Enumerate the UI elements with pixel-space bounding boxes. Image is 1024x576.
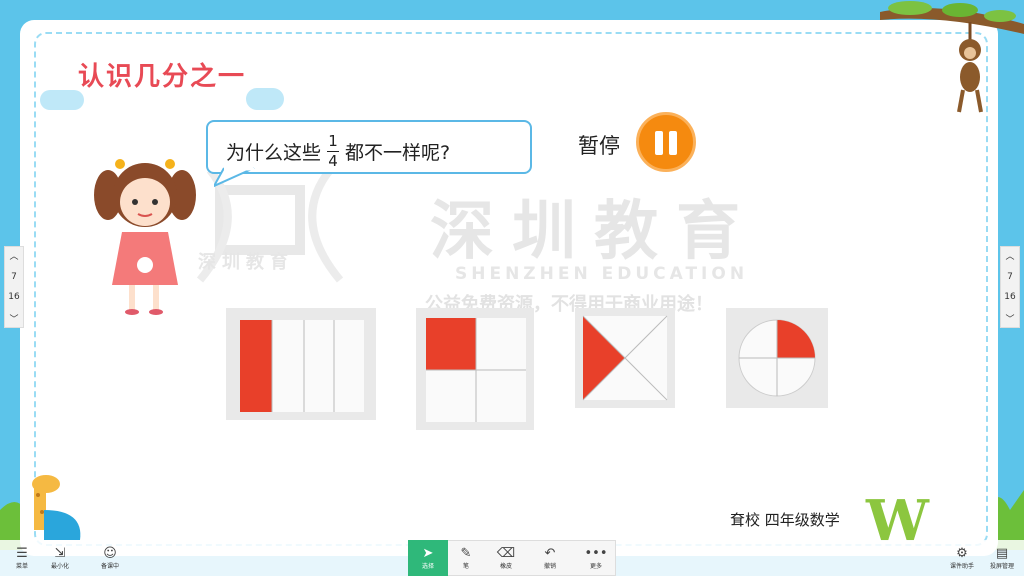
assistant-icon: ⚙: [956, 545, 968, 561]
watermark-title: 深圳教育: [430, 195, 758, 269]
undo-icon: ↶: [544, 545, 556, 561]
page-total: 16: [1004, 292, 1016, 302]
pause-icon-bar-right: [669, 131, 677, 155]
page-current: 7: [11, 272, 17, 282]
select-tool-button[interactable]: ➤ 选择: [408, 540, 448, 576]
cursor-icon: ➤: [422, 545, 434, 561]
page-indicator-right: ︿ 7 16 ﹀: [1000, 246, 1020, 328]
photo-triangle-quarter: [575, 308, 675, 408]
pause-icon-bar-left: [655, 131, 663, 155]
more-tools-button[interactable]: ••• 更多: [576, 540, 616, 576]
select-tool-label: 选择: [421, 562, 434, 570]
undo-label: 撤销: [543, 562, 556, 570]
paper-triangle-shape: [582, 315, 668, 401]
speech-bubble-tail: [214, 167, 255, 188]
cloud-decoration-right: [246, 88, 284, 110]
page-prev-icon[interactable]: ︿: [1005, 249, 1014, 262]
cast-manage-button[interactable]: ▤ 投屏管理: [982, 540, 1022, 576]
minimize-label: 最小化: [50, 562, 69, 570]
paper-circle-shape: [738, 319, 816, 397]
avatar-icon: ☺: [103, 545, 117, 561]
more-tools-label: 更多: [589, 562, 602, 570]
pause-label: 暂停: [578, 134, 620, 158]
watermark-english: SHENZHEN EDUCATION: [455, 264, 749, 284]
fraction-one-quarter: 1 4: [327, 132, 340, 170]
footer-caption: 耷校 四年级数学: [730, 511, 840, 529]
pen-tool-label: 笔: [462, 562, 469, 570]
page-prev-icon[interactable]: ︿: [9, 249, 18, 262]
more-icon: •••: [584, 545, 608, 561]
minimize-icon: ⇲: [54, 545, 66, 561]
photo-strips-quarter: [226, 308, 376, 420]
eraser-tool-label: 橡皮: [499, 562, 512, 570]
page-indicator-left: ︿ 7 16 ﹀: [4, 246, 24, 328]
question-suffix: 都不一样呢?: [345, 142, 451, 164]
page-next-icon[interactable]: ﹀: [1005, 312, 1014, 325]
photo-square-quarter: [416, 308, 534, 430]
page-current: 7: [1007, 272, 1013, 282]
pen-icon: ✎: [460, 545, 472, 561]
paper-square-shape: [426, 318, 526, 422]
eraser-tool-button[interactable]: ⌫ 橡皮: [486, 540, 526, 576]
girl-illustration: [94, 159, 196, 315]
question-text: 为什么这些 1 4 都不一样呢?: [226, 134, 450, 169]
monkey-illustration: [957, 22, 983, 113]
assistant-label: 课件助手: [949, 562, 974, 570]
menu-icon: ☰: [16, 545, 28, 561]
pen-tool-button[interactable]: ✎ 笔: [446, 540, 486, 576]
assistant-button[interactable]: ⚙ 课件助手: [942, 540, 982, 576]
page-next-icon[interactable]: ﹀: [9, 312, 18, 325]
menu-button[interactable]: ☰ 菜单: [2, 540, 42, 576]
question-prefix: 为什么这些: [226, 142, 322, 164]
page-total: 16: [8, 292, 20, 302]
prep-mode-label: 备课中: [100, 562, 119, 570]
cast-icon: ▤: [995, 545, 1009, 561]
undo-button[interactable]: ↶ 撤销: [530, 540, 570, 576]
watermark-logo-text: 深圳教育: [198, 252, 294, 273]
eraser-icon: ⌫: [496, 545, 516, 561]
cloud-decoration-left: [40, 90, 84, 110]
menu-label: 菜单: [15, 562, 28, 570]
pause-button[interactable]: [636, 112, 696, 172]
cast-manage-label: 投屏管理: [989, 562, 1014, 570]
minimize-button[interactable]: ⇲ 最小化: [40, 540, 80, 576]
prep-mode-button[interactable]: ☺ 备课中: [90, 540, 130, 576]
fraction-numerator: 1: [328, 132, 338, 150]
paper-strips-shape: [240, 320, 364, 412]
photo-circle-quarter: [726, 308, 828, 408]
fraction-denominator: 4: [328, 152, 338, 170]
slide-title: 认识几分之一: [78, 62, 247, 92]
giraffe-illustration: [32, 475, 81, 540]
